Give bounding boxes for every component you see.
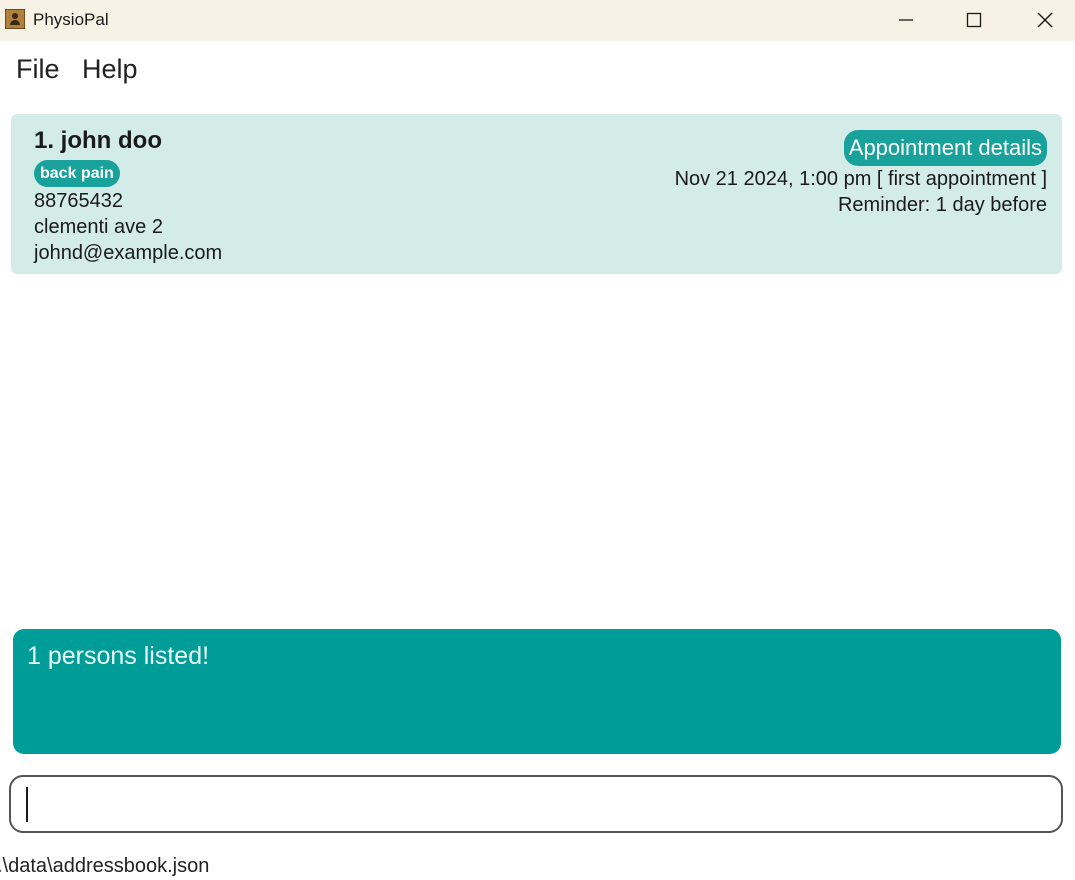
maximize-icon <box>966 12 982 28</box>
person-address: clementi ave 2 <box>34 216 163 238</box>
command-input[interactable] <box>9 775 1063 833</box>
text-caret <box>26 787 28 822</box>
address-book-icon <box>5 9 25 29</box>
person-email: johnd@example.com <box>34 242 223 264</box>
result-display: 1 persons listed! <box>13 629 1061 754</box>
close-icon <box>1037 12 1053 28</box>
appointment-datetime: Nov 21 2024, 1:00 pm [ first appointment… <box>674 168 1047 190</box>
appointment-details-button[interactable]: Appointment details <box>843 130 1047 166</box>
result-message: 1 persons listed! <box>27 642 210 670</box>
title-bar: PhysioPal <box>0 0 1075 41</box>
person-phone: 88765432 <box>34 190 123 212</box>
minimize-button[interactable] <box>883 0 929 41</box>
minimize-icon <box>899 19 913 21</box>
person-card[interactable]: 1. john doo back pain 88765432 clementi … <box>11 114 1062 274</box>
window-title: PhysioPal <box>33 10 109 29</box>
close-button[interactable] <box>1022 0 1068 41</box>
menu-help[interactable]: Help <box>82 53 138 85</box>
maximize-button[interactable] <box>951 0 997 41</box>
status-file-path: .\data\addressbook.json <box>0 855 210 877</box>
person-name: 1. john doo <box>34 127 162 154</box>
appointment-reminder: Reminder: 1 day before <box>837 194 1047 216</box>
tag-badge: back pain <box>34 160 120 187</box>
menu-file[interactable]: File <box>16 53 60 85</box>
menu-bar: File Help <box>0 41 1075 97</box>
